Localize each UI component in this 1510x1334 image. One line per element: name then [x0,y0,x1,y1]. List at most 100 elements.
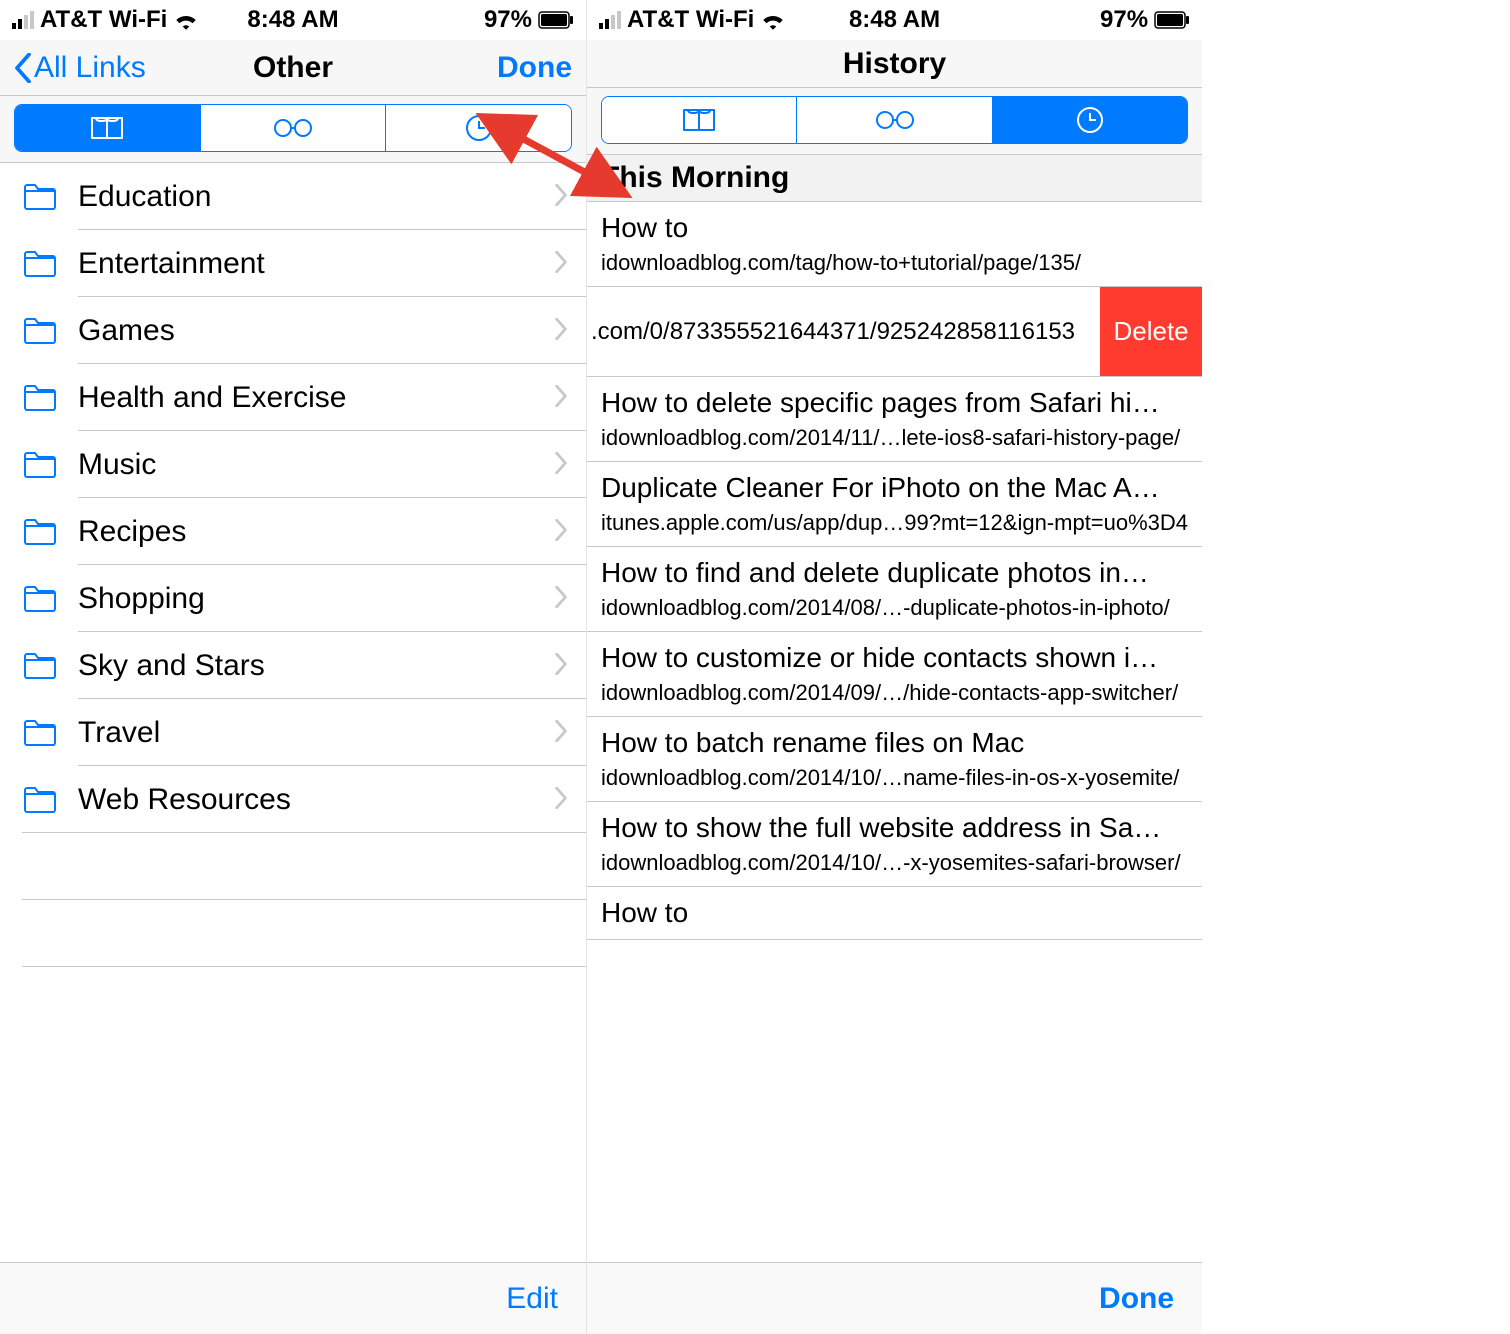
folder-icon [22,584,62,614]
history-title: How to delete specific pages from Safari… [601,387,1188,419]
folder-icon [22,383,62,413]
battery-icon [538,11,574,29]
folder-row[interactable]: Recipes [0,498,586,565]
folder-row[interactable]: Travel [0,699,586,766]
history-url: idownloadblog.com/2014/10/…name-files-in… [601,765,1188,791]
folder-row[interactable]: Games [0,297,586,364]
chevron-right-icon [554,649,568,683]
history-row[interactable]: .com/0/873355521644371/925242858116153De… [587,287,1202,377]
nav-bar: All Links Other Done [0,40,586,96]
battery-icon [1154,11,1190,29]
folder-list[interactable]: Education Entertainment Games Health and Ex… [0,163,586,1262]
chevron-right-icon [554,381,568,415]
history-url: itunes.apple.com/us/app/dup…99?mt=12&ign… [601,510,1188,536]
folder-icon [22,249,62,279]
history-url: idownloadblog.com/2014/09/…/hide-contact… [601,680,1188,706]
tab-history[interactable] [993,97,1187,143]
folder-label: Health and Exercise [62,381,554,415]
history-row[interactable]: How to [587,887,1202,940]
carrier-label: AT&T Wi-Fi [40,6,167,34]
history-title: How to [601,897,1188,929]
chevron-right-icon [554,247,568,281]
cell-signal-icon [12,11,34,29]
chevron-right-icon [554,314,568,348]
folder-label: Travel [62,716,554,750]
history-row[interactable]: How to show the full website address in … [587,802,1202,887]
folder-icon [22,651,62,681]
folder-row[interactable]: Entertainment [0,230,586,297]
delete-button[interactable]: Delete [1100,287,1202,376]
bottom-toolbar: Edit [0,1262,586,1334]
wifi-icon [760,10,786,30]
history-url: idownloadblog.com/2014/11/…lete-ios8-saf… [601,425,1188,451]
history-row[interactable]: Duplicate Cleaner For iPhoto on the Mac … [587,462,1202,547]
chevron-right-icon [554,582,568,616]
history-url: idownloadblog.com/2014/10/…-x-yosemites-… [601,850,1188,876]
history-url: idownloadblog.com/tag/how-to+tutorial/pa… [601,250,1188,276]
folder-icon [22,182,62,212]
history-title: How to find and delete duplicate photos … [601,557,1188,589]
folder-icon [22,450,62,480]
folder-icon [22,785,62,815]
history-row[interactable]: How to idownloadblog.com/tag/how-to+tutor… [587,202,1202,287]
folder-icon [22,517,62,547]
history-row[interactable]: How to delete specific pages from Safari… [587,377,1202,462]
tab-reading-list[interactable] [797,97,992,143]
carrier-label: AT&T Wi-Fi [627,6,754,34]
chevron-right-icon [554,716,568,750]
history-title: How to show the full website address in … [601,812,1188,844]
battery-percent: 97% [484,6,532,34]
history-row[interactable]: How to customize or hide contacts shown … [587,632,1202,717]
folder-row[interactable]: Health and Exercise [0,364,586,431]
back-label: All Links [34,51,146,85]
folder-row[interactable]: Music [0,431,586,498]
segmented-control [601,96,1188,144]
history-row[interactable]: How to batch rename files on Mac idownloa… [587,717,1202,802]
folder-label: Education [62,180,554,214]
history-title: How to batch rename files on Mac [601,727,1188,759]
folder-label: Games [62,314,554,348]
bottom-toolbar: Done [587,1262,1202,1334]
battery-percent: 97% [1100,6,1148,34]
history-url: idownloadblog.com/2014/08/…-duplicate-ph… [601,595,1188,621]
tab-bookmarks[interactable] [15,105,201,151]
tab-bookmarks[interactable] [602,97,797,143]
status-bar: AT&T Wi-Fi 8:48 AM 97% [0,0,586,40]
history-row[interactable]: How to find and delete duplicate photos … [587,547,1202,632]
edit-button[interactable]: Edit [506,1282,558,1316]
back-button[interactable]: All Links [14,51,146,85]
tab-reading-list[interactable] [201,105,387,151]
history-title: How to customize or hide contacts shown … [601,642,1188,674]
folder-icon [22,718,62,748]
folder-row[interactable]: Sky and Stars [0,632,586,699]
done-button[interactable]: Done [497,51,572,85]
chevron-right-icon [554,180,568,214]
history-title: How to [601,212,1188,244]
folder-row[interactable]: Web Resources [0,766,586,833]
chevron-right-icon [554,515,568,549]
status-bar: AT&T Wi-Fi 8:48 AM 97% [587,0,1202,40]
bookmarks-screen: AT&T Wi-Fi 8:48 AM 97% All Links Other D… [0,0,587,1334]
folder-label: Sky and Stars [62,649,554,683]
segmented-control-wrap [0,96,586,163]
chevron-right-icon [554,448,568,482]
history-screen: AT&T Wi-Fi 8:48 AM 97% History [587,0,1202,1334]
folder-row[interactable]: Education [0,163,586,230]
folder-row[interactable]: Shopping [0,565,586,632]
history-title: Duplicate Cleaner For iPhoto on the Mac … [601,472,1188,504]
done-button[interactable]: Done [1099,1282,1174,1316]
chevron-right-icon [554,783,568,817]
history-section-header: This Morning [587,155,1202,202]
nav-title: History [587,47,1202,81]
folder-label: Shopping [62,582,554,616]
folder-label: Entertainment [62,247,554,281]
folder-label: Music [62,448,554,482]
segmented-control-wrap [587,88,1202,155]
tab-history[interactable] [386,105,571,151]
segmented-control [14,104,572,152]
folder-label: Recipes [62,515,554,549]
cell-signal-icon [599,11,621,29]
wifi-icon [173,10,199,30]
history-url: .com/0/873355521644371/925242858116153 [587,318,1100,346]
history-list[interactable]: How to idownloadblog.com/tag/how-to+tutor… [587,202,1202,1262]
